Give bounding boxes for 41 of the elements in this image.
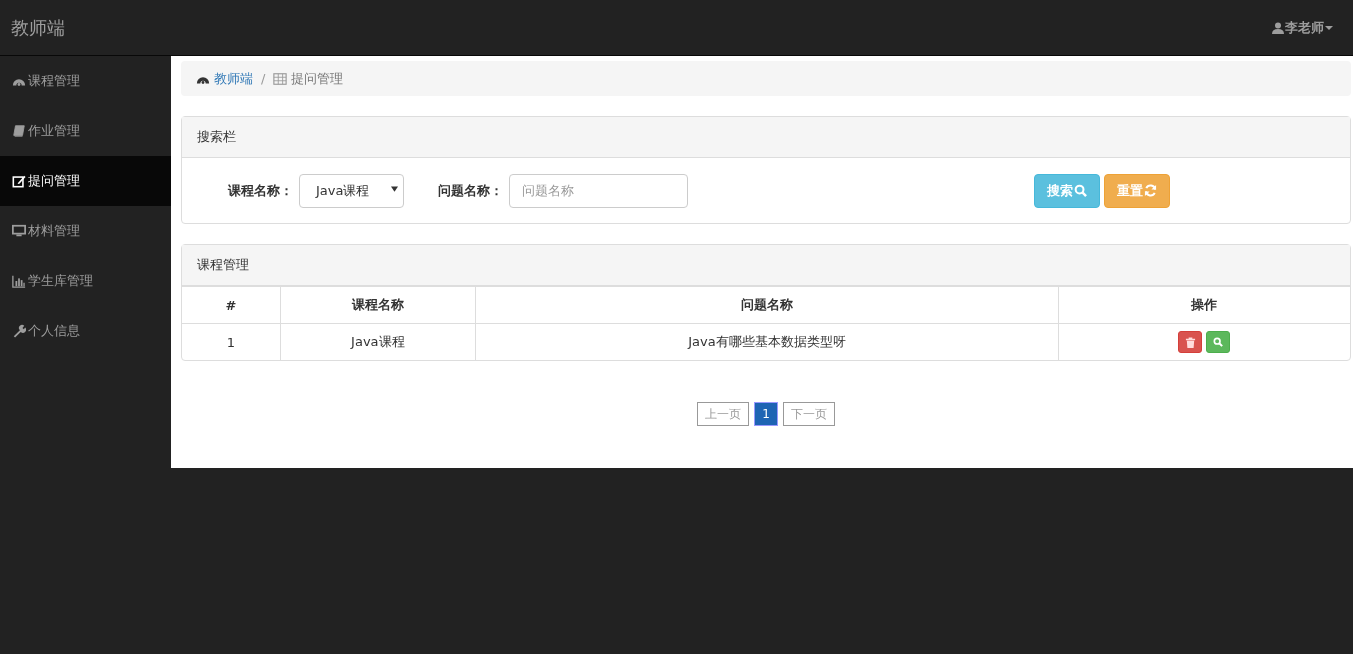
app-brand[interactable]: 教师端 <box>11 15 65 40</box>
bar-chart-icon <box>12 274 26 288</box>
edit-icon <box>12 174 26 188</box>
column-header: # <box>182 286 281 324</box>
user-menu[interactable]: 李老师 <box>1272 18 1333 37</box>
breadcrumb-current: 提问管理 <box>273 69 344 88</box>
column-header: 问题名称 <box>475 286 1059 324</box>
column-header: 课程名称 <box>280 286 476 324</box>
panel-title: 搜索栏 <box>197 128 236 146</box>
question-field[interactable]: 问题名称 <box>509 173 688 208</box>
course-label: 课程名称： <box>228 181 293 200</box>
question-label: 问题名称： <box>438 181 503 200</box>
sidebar-item[interactable]: 个人信息 <box>0 306 171 356</box>
search-button[interactable] <box>1206 331 1231 353</box>
next-page-button[interactable]: 下一页 <box>782 402 835 426</box>
page-button[interactable]: 1 <box>754 402 778 426</box>
caret-icon <box>1325 25 1333 30</box>
monitor-icon <box>12 224 26 238</box>
book-icon <box>12 124 26 138</box>
search-icon <box>1213 337 1224 347</box>
sidebar-item[interactable]: 作业管理 <box>0 106 171 156</box>
user-icon <box>1272 21 1284 34</box>
table-icon <box>273 71 288 86</box>
column-header: 操作 <box>1058 286 1350 324</box>
caret-icon <box>391 185 398 192</box>
refresh-icon <box>1144 184 1157 197</box>
prev-page-button[interactable]: 上一页 <box>697 402 750 426</box>
course-select[interactable]: Java课程 <box>299 173 404 208</box>
user-name: 李老师 <box>1285 18 1324 37</box>
sidebar-item[interactable]: 提问管理 <box>0 156 171 206</box>
sidebar-item[interactable]: 材料管理 <box>0 206 171 256</box>
delete-button[interactable] <box>1178 331 1203 353</box>
sidebar-item[interactable]: 课程管理 <box>0 56 171 106</box>
sidebar-item[interactable]: 学生库管理 <box>0 256 171 306</box>
wrench-icon <box>12 324 26 338</box>
breadcrumb-link[interactable]: 教师端 <box>196 69 253 88</box>
trash-icon <box>1184 336 1196 348</box>
panel-title: 课程管理 <box>197 256 249 274</box>
table-cell: 1 <box>182 323 281 360</box>
search-icon <box>1074 184 1087 197</box>
breadcrumb-separator: / <box>261 71 266 86</box>
